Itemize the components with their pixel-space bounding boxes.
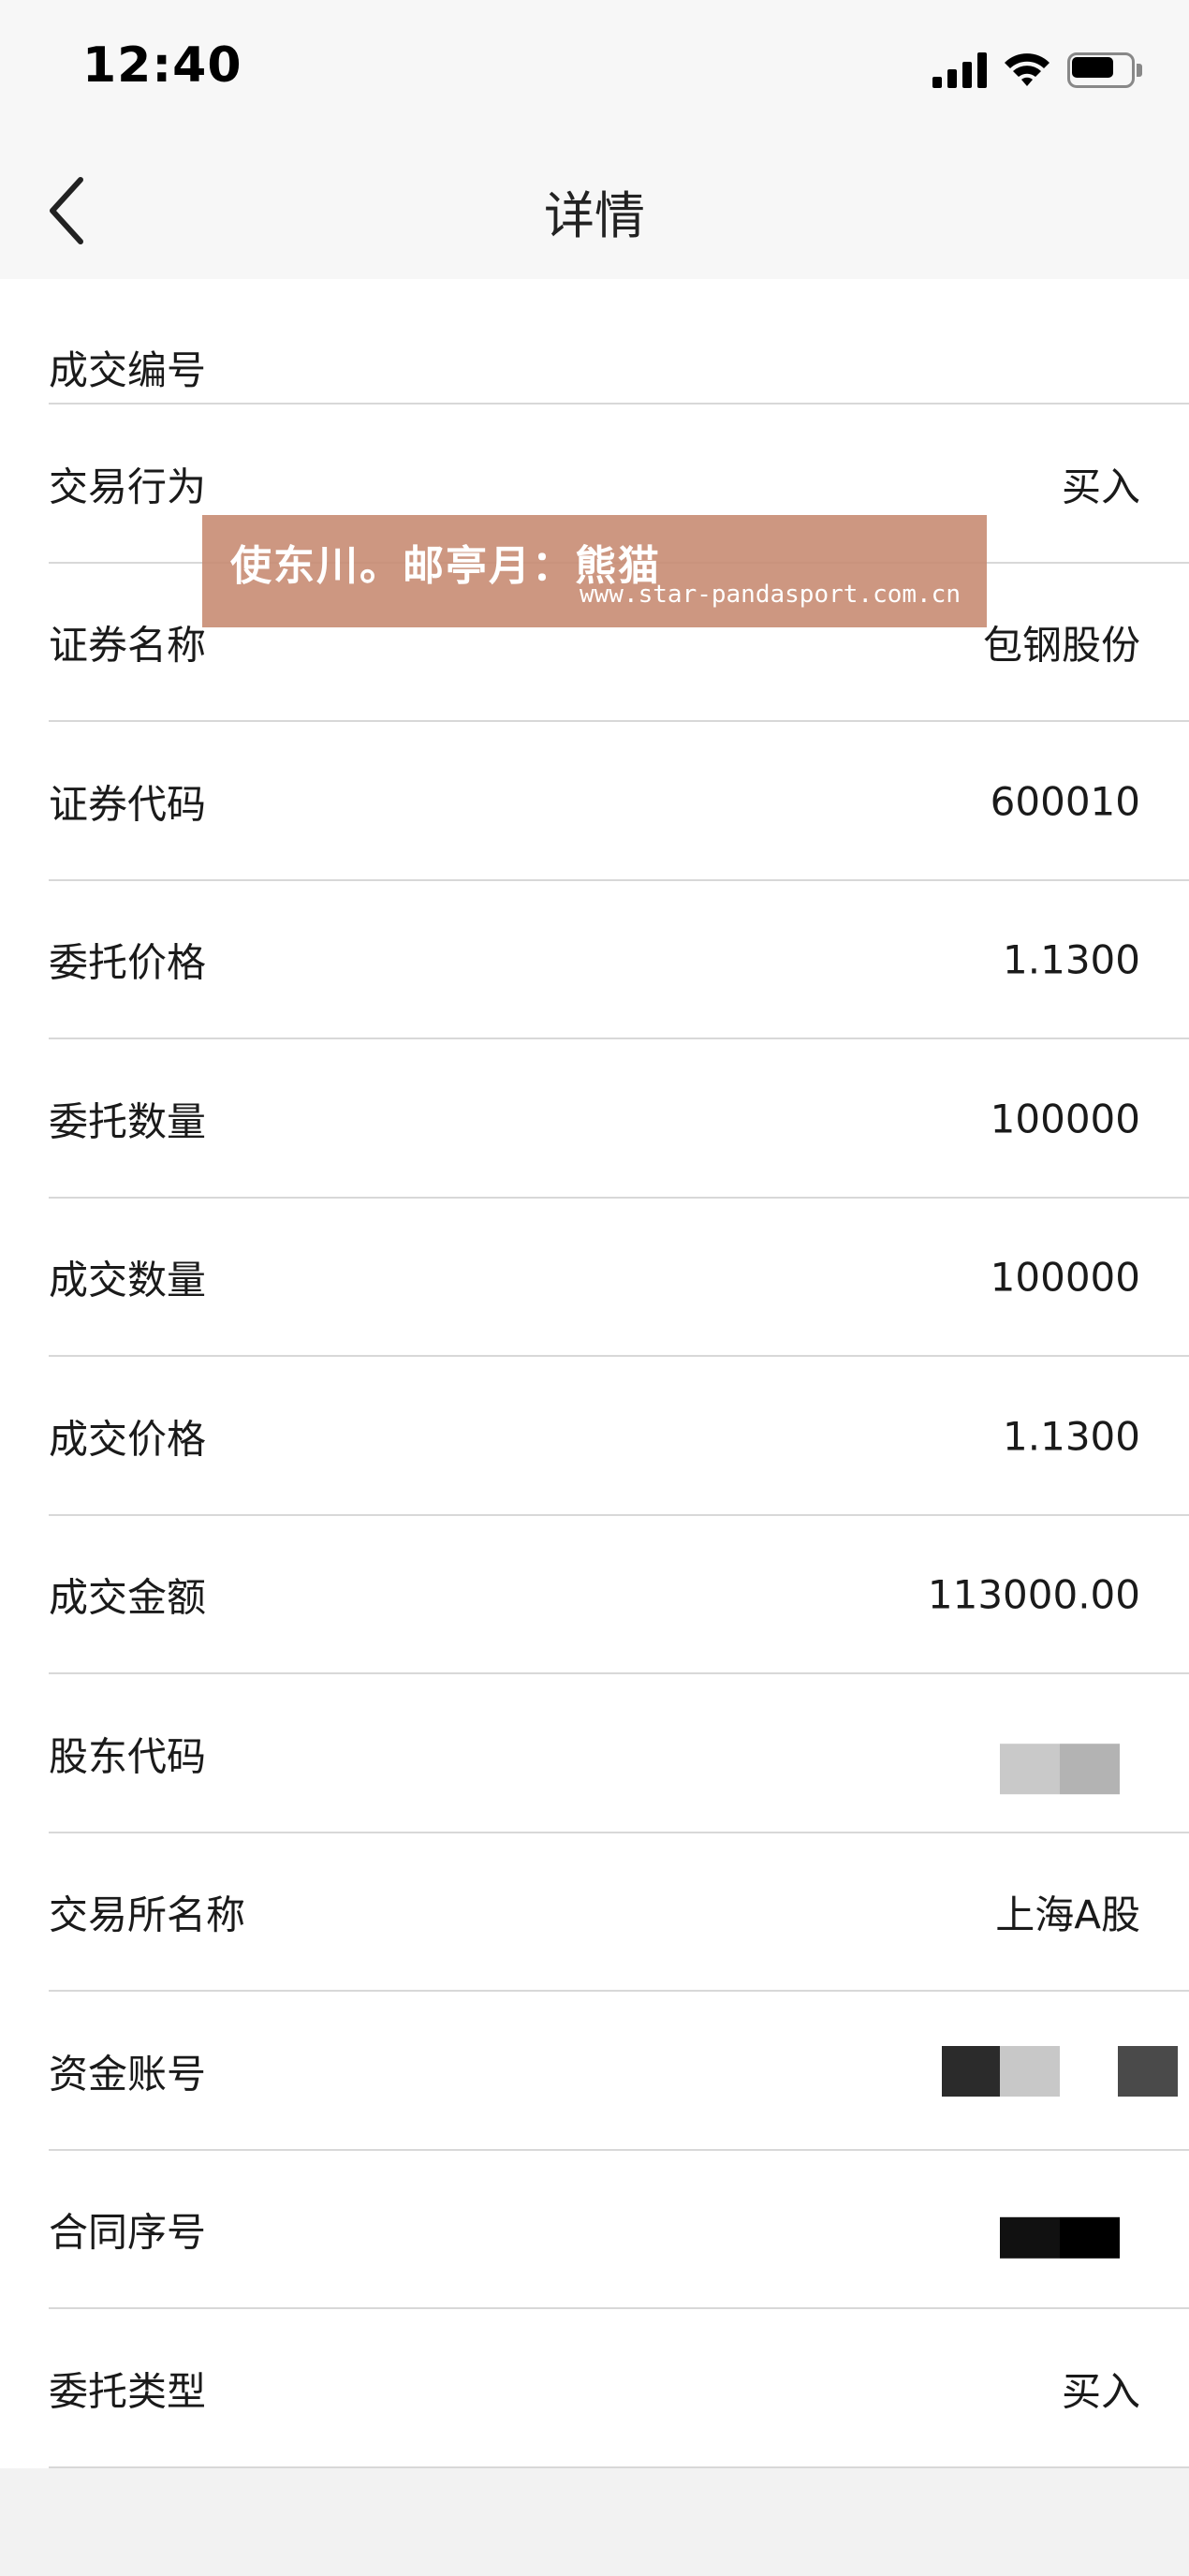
row-value: 113000.00 bbox=[927, 1571, 1140, 1618]
row-divider bbox=[49, 2466, 1189, 2468]
list-row-deal-amount: 成交金额 113000.00 bbox=[0, 1516, 1189, 1674]
screen: 12:40 详情 成交编号 交易行为 买入 证券名称 包钢股份 证券代码 600… bbox=[0, 0, 1189, 2576]
list-row-contract-number: 合同序号 bbox=[0, 2151, 1189, 2309]
row-value: 包钢股份 bbox=[982, 622, 1140, 669]
row-label: 成交金额 bbox=[49, 1574, 207, 1621]
row-label: 成交价格 bbox=[49, 1416, 207, 1463]
redacted-value bbox=[1000, 2217, 1120, 2260]
wifi-icon bbox=[1002, 49, 1052, 90]
battery-icon bbox=[1067, 52, 1142, 88]
row-label: 委托价格 bbox=[49, 939, 207, 986]
row-label: 股东代码 bbox=[49, 1733, 207, 1780]
row-value: 1.1300 bbox=[1003, 936, 1140, 983]
list-row-order-type: 委托类型 买入 bbox=[0, 2309, 1189, 2468]
list-row-deal-price: 成交价格 1.1300 bbox=[0, 1357, 1189, 1516]
list-row-fund-account: 资金账号 bbox=[0, 1992, 1189, 2151]
row-label: 成交数量 bbox=[49, 1257, 207, 1303]
page-title: 详情 bbox=[544, 186, 645, 245]
row-value: 1.1300 bbox=[1003, 1413, 1140, 1460]
row-label: 成交编号 bbox=[49, 347, 207, 393]
row-label: 委托类型 bbox=[49, 2368, 207, 2415]
list-row-deal-number: 成交编号 bbox=[0, 279, 1189, 405]
row-label: 合同序号 bbox=[49, 2209, 207, 2256]
list-row-exchange-name: 交易所名称 上海A股 bbox=[0, 1833, 1189, 1992]
list-row-deal-quantity: 成交数量 100000 bbox=[0, 1199, 1189, 1357]
row-label: 交易所名称 bbox=[49, 1892, 246, 1938]
watermark-banner: 使东川。邮亭月：熊猫 www.star-pandasport.com.cn bbox=[202, 515, 987, 627]
row-value: 600010 bbox=[990, 778, 1140, 825]
redacted-value bbox=[1000, 1743, 1120, 1794]
redacted-value bbox=[942, 2045, 1178, 2097]
list-row-shareholder-code: 股东代码 bbox=[0, 1674, 1189, 1833]
list-row-security-code: 证券代码 600010 bbox=[0, 722, 1189, 881]
row-value: 100000 bbox=[990, 1096, 1140, 1142]
row-label: 委托数量 bbox=[49, 1098, 207, 1145]
list-row-order-quantity: 委托数量 100000 bbox=[0, 1039, 1189, 1199]
row-value: 买入 bbox=[1061, 464, 1140, 510]
row-label: 证券名称 bbox=[49, 622, 207, 669]
row-label: 交易行为 bbox=[49, 464, 207, 510]
row-value: 买入 bbox=[1061, 2368, 1140, 2415]
cellular-signal-icon bbox=[932, 52, 987, 88]
row-label: 资金账号 bbox=[49, 2051, 207, 2098]
row-label: 证券代码 bbox=[49, 781, 207, 828]
nav-bar: 详情 bbox=[0, 140, 1189, 279]
row-value: 100000 bbox=[990, 1254, 1140, 1301]
list-row-order-price: 委托价格 1.1300 bbox=[0, 881, 1189, 1039]
watermark-url: www.star-pandasport.com.cn bbox=[580, 581, 961, 609]
status-bar: 12:40 bbox=[0, 0, 1189, 140]
status-time: 12:40 bbox=[82, 37, 242, 94]
row-value: 上海A股 bbox=[995, 1892, 1140, 1938]
